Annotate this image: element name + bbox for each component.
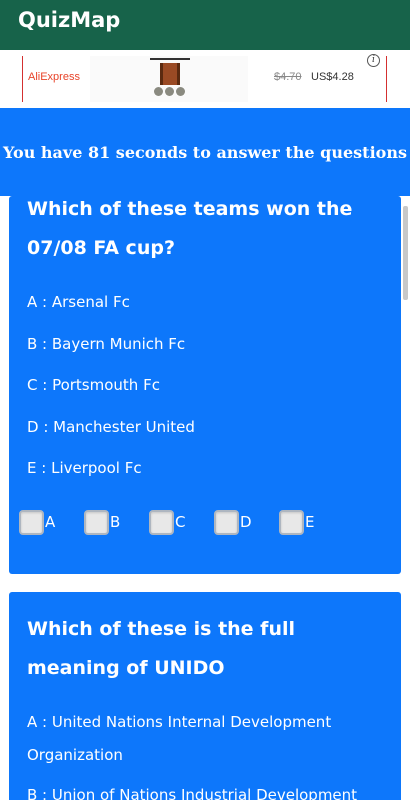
option-key: D : bbox=[27, 418, 49, 436]
checkbox-label[interactable]: B bbox=[110, 513, 120, 531]
question-text: Which of these teams won the 07/08 FA cu… bbox=[27, 198, 353, 259]
option-text: Union of Nations Industrial Development bbox=[47, 786, 358, 800]
checkbox-label[interactable]: A bbox=[45, 513, 55, 531]
checkbox-a[interactable]: A bbox=[19, 510, 69, 536]
coin-image bbox=[165, 87, 174, 96]
option-key: B : bbox=[27, 335, 48, 353]
option-key: B : bbox=[27, 786, 48, 800]
checkbox-box[interactable] bbox=[149, 510, 174, 535]
option-c: C : Portsmouth Fc bbox=[27, 369, 387, 402]
option-a: A : United Nations Internal Development … bbox=[27, 706, 357, 772]
checkbox-label[interactable]: D bbox=[240, 513, 252, 531]
ad-banner[interactable]: AliExpress $4.70 US$4.28 i bbox=[0, 50, 410, 108]
checkbox-box[interactable] bbox=[84, 510, 109, 535]
product-label bbox=[150, 58, 190, 60]
question-card: Which of these is the full meaning of UN… bbox=[9, 592, 401, 800]
option-b: B : Union of Nations Industrial Developm… bbox=[27, 779, 387, 800]
checkbox-d[interactable]: D bbox=[214, 510, 264, 536]
checkbox-e[interactable]: E bbox=[279, 510, 329, 536]
answer-checkboxes: A B C D E bbox=[19, 510, 399, 540]
option-key: A : bbox=[27, 713, 48, 731]
option-text: Portsmouth Fc bbox=[47, 376, 160, 394]
app-bar: QuizMap bbox=[0, 0, 410, 50]
ad-product-image[interactable] bbox=[90, 56, 248, 102]
option-key: A : bbox=[27, 293, 48, 311]
option-text: Manchester United bbox=[48, 418, 195, 436]
option-e: E : Liverpool Fc bbox=[27, 452, 387, 485]
option-key: E : bbox=[27, 459, 47, 477]
checkbox-box[interactable] bbox=[279, 510, 304, 535]
checkbox-label[interactable]: C bbox=[175, 513, 185, 531]
timer-text: You have 81 seconds to answer the questi… bbox=[3, 143, 407, 162]
scrollbar-thumb[interactable] bbox=[403, 206, 408, 300]
option-text: United Nations Internal Development Orga… bbox=[27, 713, 332, 764]
coin-image bbox=[154, 87, 163, 96]
option-d: D : Manchester United bbox=[27, 411, 387, 444]
ad-old-price: $4.70 bbox=[274, 71, 302, 83]
option-a: A : Arsenal Fc bbox=[27, 286, 387, 319]
app-title: QuizMap bbox=[18, 8, 121, 32]
option-key: C : bbox=[27, 376, 48, 394]
ad-info-icon[interactable]: i bbox=[367, 54, 380, 67]
wire-spool-image bbox=[160, 63, 180, 85]
option-text: Liverpool Fc bbox=[46, 459, 142, 477]
option-b: B : Bayern Munich Fc bbox=[27, 328, 387, 361]
ad-brand-label[interactable]: AliExpress bbox=[28, 71, 80, 83]
ad-new-price: US$4.28 bbox=[311, 71, 354, 83]
option-text: Arsenal Fc bbox=[47, 293, 130, 311]
checkbox-label[interactable]: E bbox=[305, 513, 314, 531]
coin-image bbox=[176, 87, 185, 96]
checkbox-c[interactable]: C bbox=[149, 510, 199, 536]
ad-border-right bbox=[386, 56, 387, 102]
ad-border-left bbox=[22, 56, 23, 102]
option-text: Bayern Munich Fc bbox=[47, 335, 186, 353]
checkbox-box[interactable] bbox=[214, 510, 239, 535]
timer-banner: You have 81 seconds to answer the questi… bbox=[0, 108, 410, 196]
checkbox-b[interactable]: B bbox=[84, 510, 134, 536]
question-card: Which of these teams won the 07/08 FA cu… bbox=[9, 196, 401, 574]
question-text: Which of these is the full meaning of UN… bbox=[27, 618, 296, 679]
checkbox-box[interactable] bbox=[19, 510, 44, 535]
